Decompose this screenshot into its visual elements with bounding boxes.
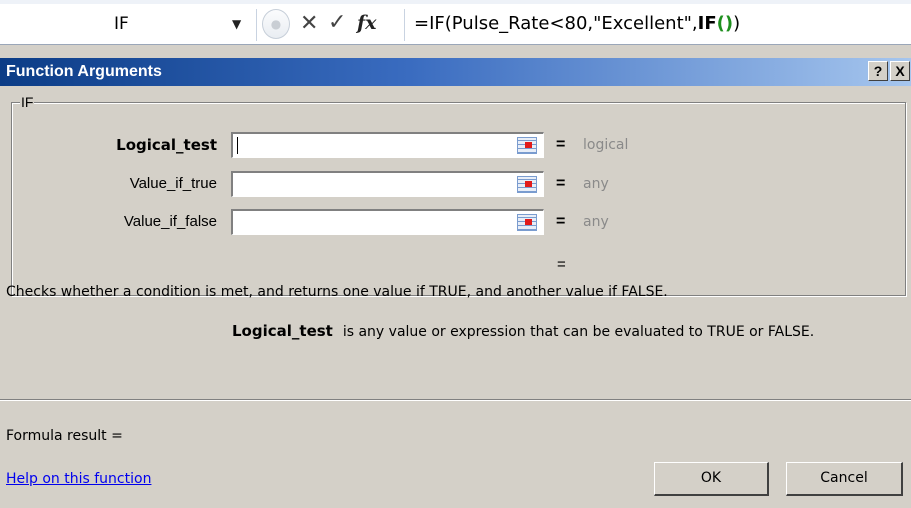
function-arguments-dialog: Function Arguments ? X IF Logical_test =… <box>0 58 911 508</box>
logical-test-input[interactable] <box>231 132 544 158</box>
function-result: = <box>557 256 566 273</box>
argument-result: any <box>583 214 609 230</box>
fx-icon: fx <box>357 12 377 34</box>
divider <box>0 399 911 401</box>
formula-paren-close: ) <box>724 13 734 34</box>
argument-row-logical-test: Logical_test = logical <box>0 132 911 158</box>
text-caret <box>237 137 238 154</box>
argument-equals: = <box>556 175 566 192</box>
value-if-true-input[interactable] <box>231 171 544 197</box>
close-button[interactable]: X <box>890 61 910 81</box>
argument-result: logical <box>583 137 629 153</box>
group-label: IF <box>20 94 35 110</box>
cancel-button[interactable]: Cancel <box>786 462 903 496</box>
argument-help-name: Logical_test <box>232 322 333 340</box>
formula-result: Formula result = <box>6 428 123 444</box>
dialog-titlebar[interactable]: Function Arguments ? X <box>0 58 911 86</box>
cancel-formula-button[interactable]: ✕ <box>300 11 318 36</box>
help-on-function-link[interactable]: Help on this function <box>6 471 151 487</box>
formula-nested-function: IF <box>697 13 717 34</box>
resize-handle-icon[interactable]: ● <box>262 9 290 39</box>
formula-bar-separator <box>256 9 257 41</box>
formula-bar-top-strip <box>0 0 911 4</box>
dialog-title: Function Arguments <box>6 63 162 80</box>
value-if-false-input[interactable] <box>231 209 544 235</box>
formula-bar: IF ▼ ● ✕ ✓ fx =IF(Pulse_Rate<80,"Excelle… <box>0 0 911 45</box>
argument-result: any <box>583 176 609 192</box>
formula-bar-buttons: ● ✕ ✓ fx <box>262 9 402 41</box>
argument-label: Logical_test <box>116 136 217 154</box>
enter-formula-button[interactable]: ✓ <box>328 10 346 35</box>
collapse-dialog-icon[interactable] <box>517 214 537 231</box>
formula-paren-end: ) <box>733 13 741 34</box>
formula-text: =IF(Pulse_Rate<80,"Excellent", <box>414 13 698 34</box>
formula-input[interactable]: =IF(Pulse_Rate<80,"Excellent",IF()) <box>414 11 740 37</box>
collapse-dialog-icon[interactable] <box>517 137 537 154</box>
argument-label: Value_if_true <box>129 175 217 192</box>
ok-button[interactable]: OK <box>654 462 769 496</box>
argument-equals: = <box>556 136 566 153</box>
name-box-value: IF <box>114 14 129 34</box>
insert-function-button[interactable]: fx <box>357 12 377 34</box>
chevron-down-icon[interactable]: ▼ <box>232 11 241 37</box>
argument-help: Logical_test is any value or expression t… <box>232 322 814 340</box>
collapse-dialog-icon[interactable] <box>517 176 537 193</box>
argument-row-value-if-false: Value_if_false = any <box>0 209 911 235</box>
formula-paren-open: ( <box>716 13 725 34</box>
name-box[interactable]: IF ▼ <box>2 11 249 37</box>
function-description: Checks whether a condition is met, and r… <box>6 284 668 300</box>
argument-row-value-if-true: Value_if_true = any <box>0 171 911 197</box>
argument-label: Value_if_false <box>123 213 217 230</box>
argument-help-text: is any value or expression that can be e… <box>342 324 815 340</box>
argument-equals: = <box>556 213 566 230</box>
formula-bar-separator <box>404 9 405 41</box>
help-button[interactable]: ? <box>868 61 888 81</box>
